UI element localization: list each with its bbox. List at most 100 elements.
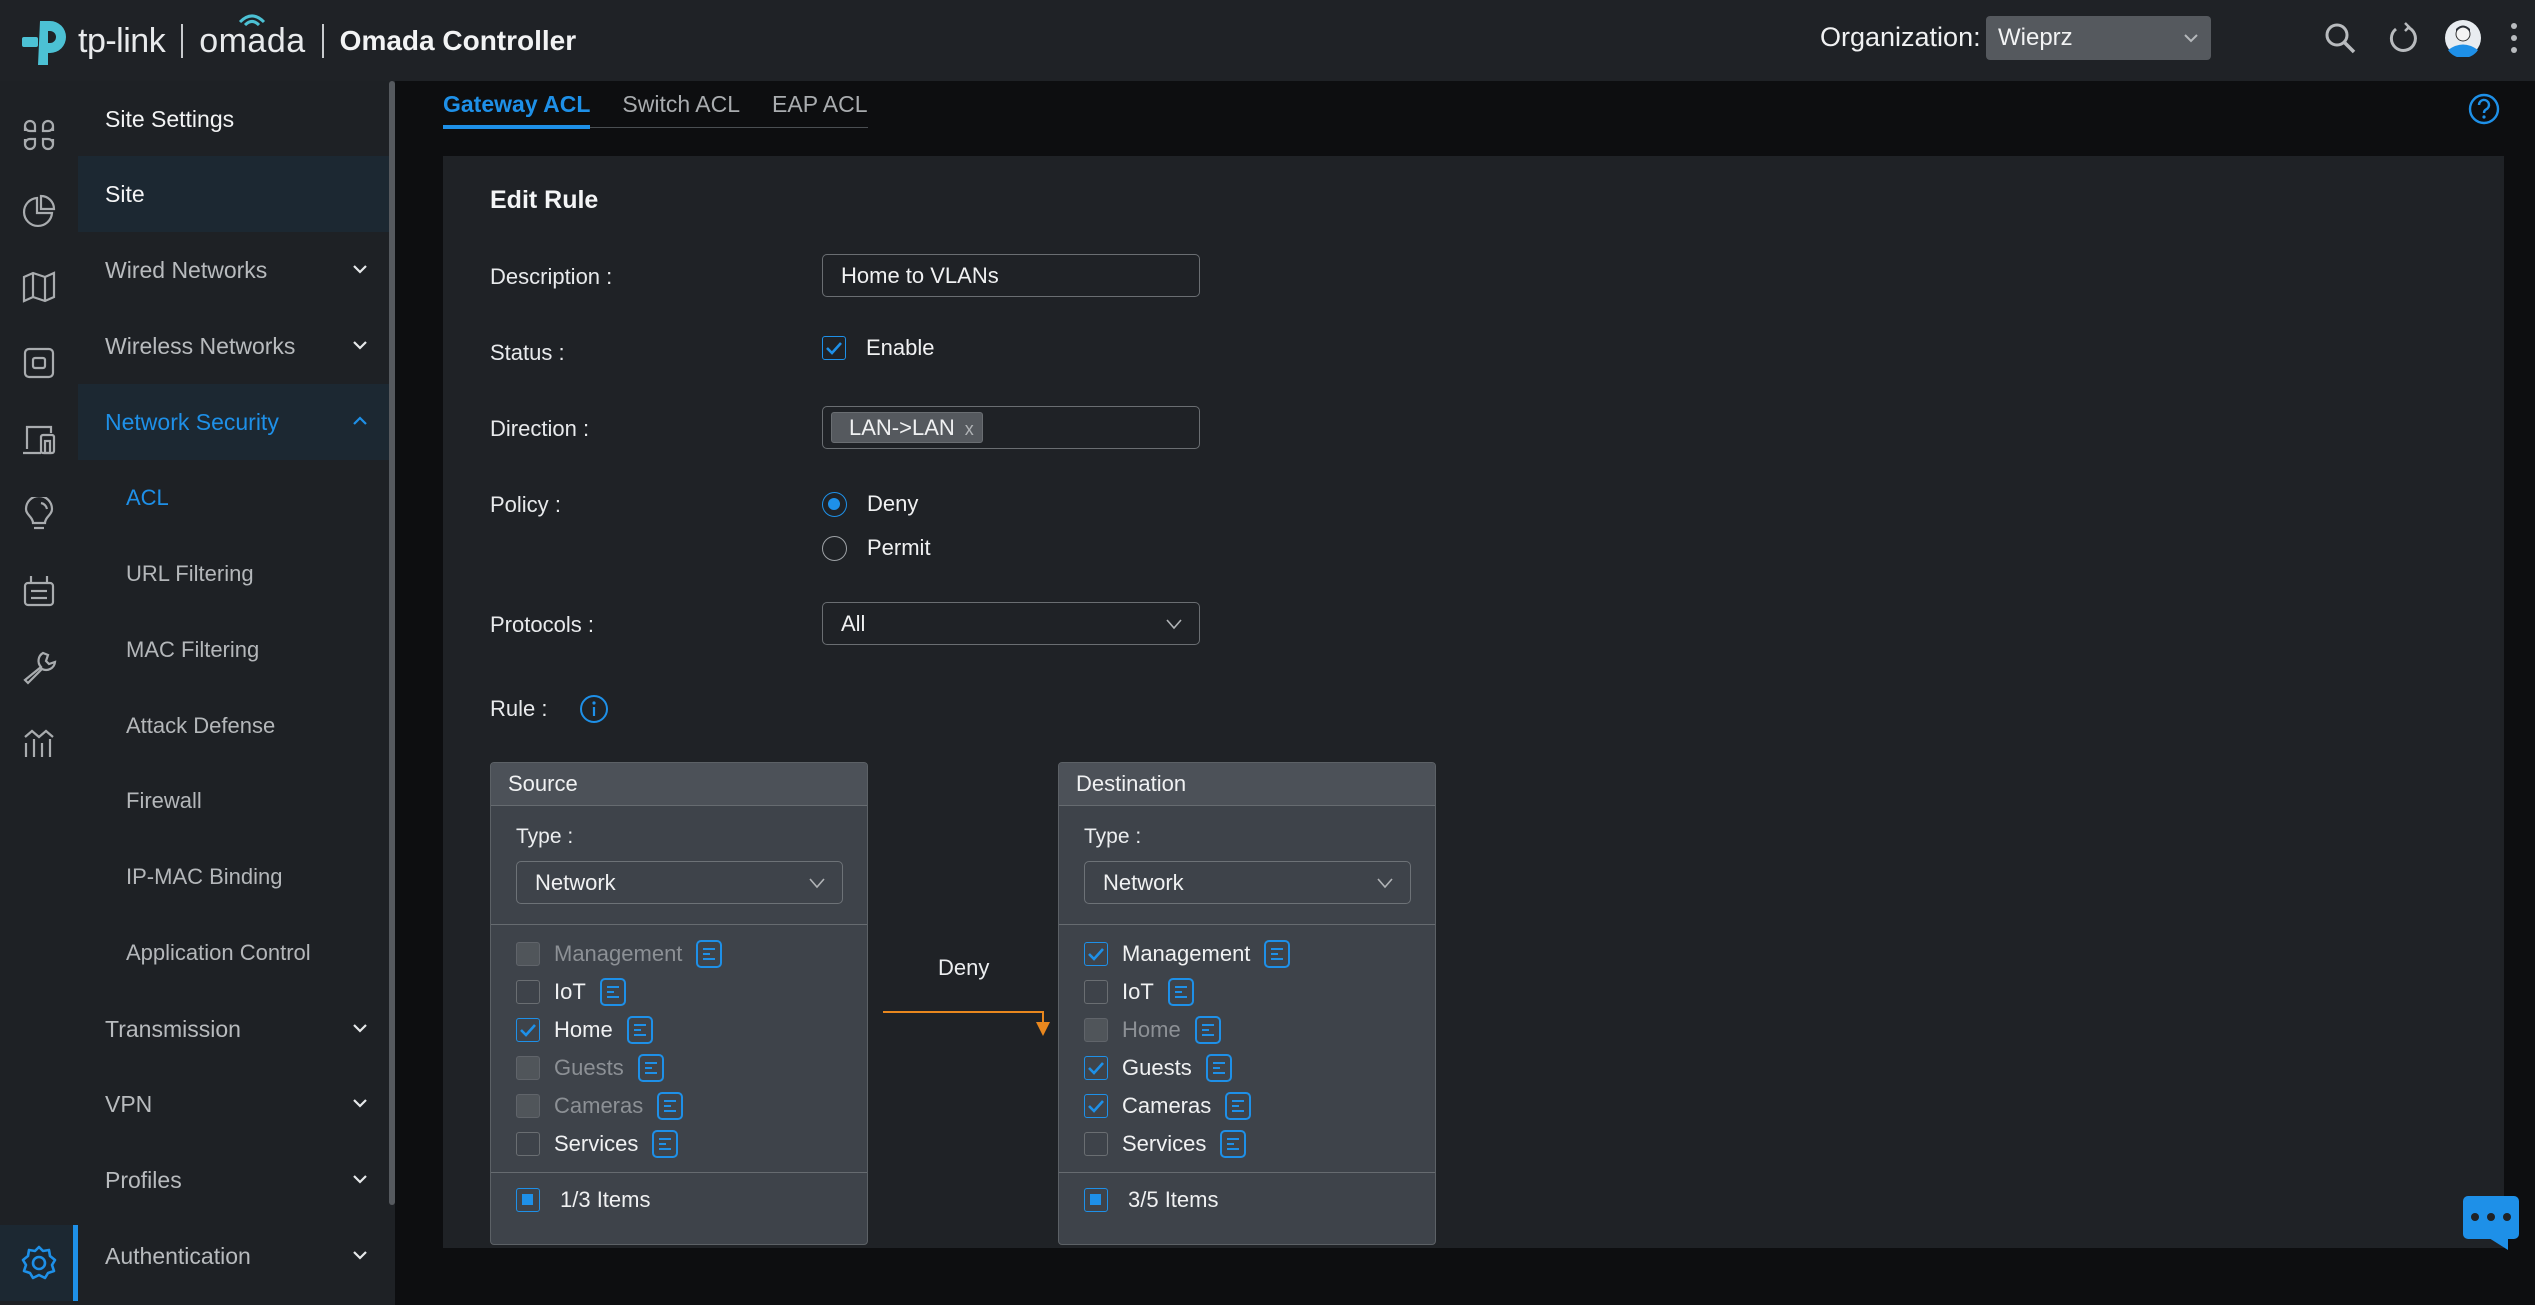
search-button[interactable] [2320,18,2360,58]
rail-clients[interactable] [14,414,64,464]
description-input[interactable]: Home to VLANs [822,254,1200,297]
sidebar-item-network-security[interactable]: Network Security [78,384,389,460]
option-label: IoT [554,979,586,1004]
checkbox[interactable] [1084,1132,1108,1156]
sidebar-item-profiles[interactable]: Profiles [78,1142,389,1218]
network-details-icon[interactable] [1194,1016,1221,1044]
network-details-icon[interactable] [626,1016,653,1044]
sidebar-item-wired-networks[interactable]: Wired Networks [78,232,389,308]
destination-option-guests[interactable]: Guests [1084,1053,1232,1083]
sidebar-item-attack-defense[interactable]: Attack Defense [78,688,389,764]
sidebar-item-label: Wireless Networks [105,332,296,359]
option-label: Services [1122,1131,1207,1156]
destination-option-iot[interactable]: IoT [1084,977,1194,1007]
checkbox[interactable] [1084,980,1108,1004]
sidebar-item-transmission[interactable]: Transmission [78,991,389,1067]
checkmark-icon [520,1024,536,1037]
rail-statistics[interactable] [14,186,64,236]
checkbox-indeterminate[interactable] [1084,1188,1108,1212]
network-details-icon[interactable] [599,978,626,1006]
policy-radio-deny[interactable]: Deny [822,491,918,517]
checkbox-checked[interactable] [516,1018,540,1042]
tab-gateway-acl[interactable]: Gateway ACL [443,90,591,129]
rail-map[interactable] [14,262,64,312]
checkbox-checked[interactable] [1084,1094,1108,1118]
rail-logs[interactable] [14,566,64,616]
checkbox [1084,1018,1108,1042]
sidebar-item-ip-mac-binding[interactable]: IP-MAC Binding [78,839,389,915]
radio-selected[interactable] [822,491,847,517]
app-title: Omada Controller [339,25,577,56]
source-select-all[interactable]: 1/3 Items [516,1187,650,1213]
destination-type-select[interactable]: Network [1084,861,1411,904]
tp-link-logo-icon [22,21,66,65]
network-details-icon[interactable] [652,1130,679,1158]
rail-devices[interactable] [14,338,64,388]
option-label: Guests [1122,1055,1192,1080]
rule-label: Rule : [490,696,548,721]
rail-insights[interactable] [14,490,64,540]
refresh-button[interactable] [2383,18,2423,58]
source-type-select[interactable]: Network [516,861,843,904]
sidebar-item-wireless-networks[interactable]: Wireless Networks [78,308,389,384]
sidebar-item-url-filtering[interactable]: URL Filtering [78,536,389,612]
tab-switch-acl[interactable]: Switch ACL [622,90,740,128]
destination-select-all[interactable]: 3/5 Items [1084,1187,1218,1213]
info-icon[interactable] [579,694,609,724]
sidebar-item-acl[interactable]: ACL [78,460,389,536]
rail-dashboard[interactable] [14,110,64,160]
rail-tools[interactable] [14,642,64,692]
checkbox-indeterminate[interactable] [516,1188,540,1212]
chat-support-icon[interactable] [2463,1196,2519,1250]
checkmark-icon [1088,1062,1104,1075]
network-details-icon[interactable] [657,1092,684,1120]
remove-tag-icon[interactable]: x [965,419,974,440]
sidebar-item-mac-filtering[interactable]: MAC Filtering [78,612,389,688]
radio-unselected[interactable] [822,535,847,561]
more-menu-button[interactable] [2502,18,2526,58]
checkbox[interactable] [516,1132,540,1156]
rail-reports[interactable] [14,718,64,768]
source-option-home[interactable]: Home [516,1015,653,1045]
network-details-icon[interactable] [696,940,723,968]
destination-option-cameras[interactable]: Cameras [1084,1091,1252,1121]
rail-settings[interactable] [14,1238,64,1288]
sidebar-item-application-control[interactable]: Application Control [78,915,389,991]
network-details-icon[interactable] [1220,1130,1247,1158]
network-details-icon[interactable] [1167,978,1194,1006]
direction-multiselect[interactable]: LAN->LAN x [822,406,1200,449]
policy-radio-permit[interactable]: Permit [822,535,931,561]
network-details-icon[interactable] [637,1054,664,1082]
tab-eap-acl[interactable]: EAP ACL [772,90,867,128]
status-enable-checkbox[interactable]: Enable [822,335,935,361]
organization-select[interactable]: Wieprz [1986,16,2211,60]
sidebar-item-vpn[interactable]: VPN [78,1066,389,1142]
source-items-count: 1/3 Items [560,1187,651,1212]
network-details-icon[interactable] [1264,940,1291,968]
network-details-icon[interactable] [1225,1092,1252,1120]
sidebar-item-authentication[interactable]: Authentication [78,1218,389,1294]
chevron-down-icon [353,1099,367,1108]
sidebar-item-label: Site [105,180,145,207]
avatar [2445,20,2481,57]
tp-link-omada-logo[interactable]: tp-link omada Omada Controller [20,14,576,68]
source-option-services[interactable]: Services [516,1129,679,1159]
destination-panel: Destination Type : Network Management IoT… [1058,762,1436,1245]
sidebar-item-firewall[interactable]: Firewall [78,763,389,839]
help-icon[interactable] [2468,93,2500,125]
protocols-select[interactable]: All [822,602,1200,645]
checkbox-checked[interactable] [1084,1056,1108,1080]
user-avatar-button[interactable] [2443,18,2483,58]
network-details-icon[interactable] [1205,1054,1232,1082]
chevron-down-icon [1166,619,1182,630]
sidebar-item-site[interactable]: Site [78,156,389,232]
source-option-iot[interactable]: IoT [516,977,626,1007]
checkbox-checked[interactable] [1084,942,1108,966]
checkbox[interactable] [516,980,540,1004]
map-icon [22,271,56,303]
checkbox-checked[interactable] [822,336,846,360]
destination-option-services[interactable]: Services [1084,1129,1247,1159]
destination-option-management[interactable]: Management [1084,939,1291,969]
chevron-down-icon [809,878,825,889]
description-label: Description : [490,264,613,289]
